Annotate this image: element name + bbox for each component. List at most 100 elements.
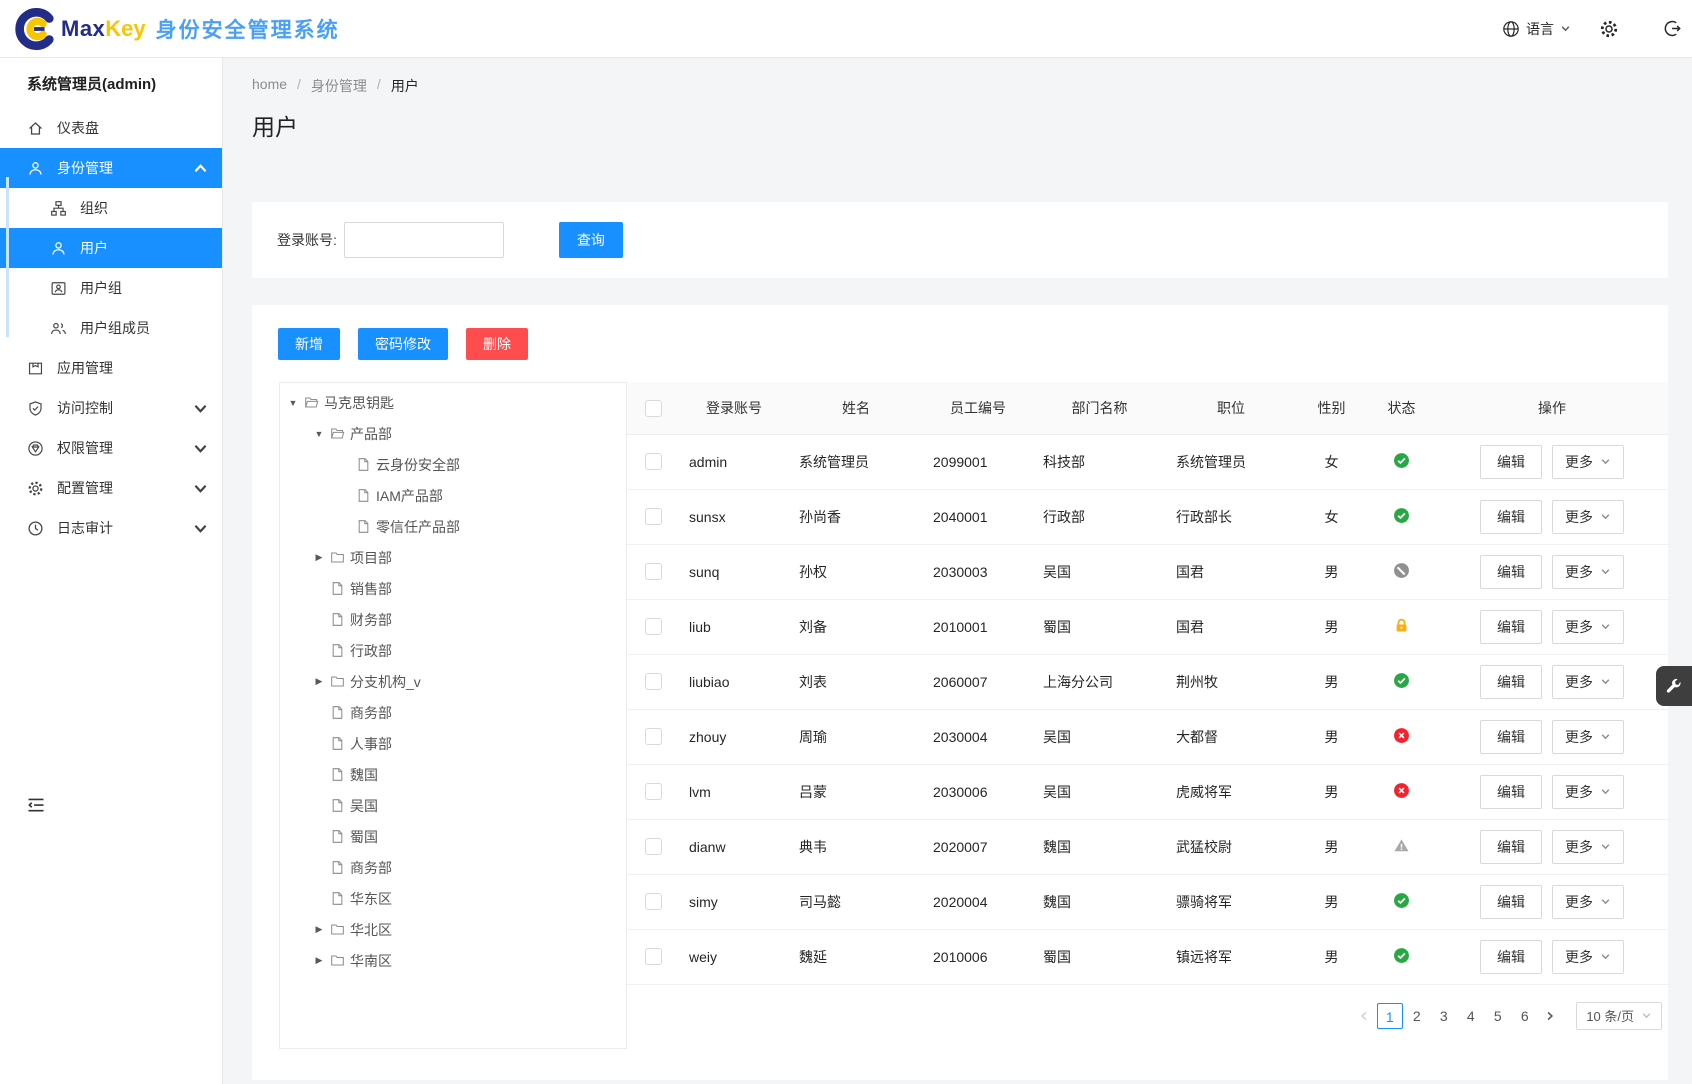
caret-right-icon[interactable]: ▶: [311, 924, 327, 935]
more-button[interactable]: 更多: [1552, 940, 1624, 974]
more-button[interactable]: 更多: [1552, 610, 1624, 644]
edit-button[interactable]: 编辑: [1480, 775, 1542, 809]
row-checkbox[interactable]: [645, 838, 662, 855]
sidebar-item-audit[interactable]: 日志审计: [0, 508, 222, 548]
tree-node[interactable]: 蜀国: [280, 821, 626, 852]
prev-page-button[interactable]: [1352, 1003, 1376, 1029]
select-all-checkbox[interactable]: [645, 400, 662, 417]
tree-node[interactable]: 人事部: [280, 728, 626, 759]
query-button[interactable]: 查询: [559, 222, 623, 258]
tree-node[interactable]: ▶ 分支机构_v: [280, 666, 626, 697]
caret-right-icon[interactable]: ▶: [311, 676, 327, 687]
sidebar-item-access-control[interactable]: 访问控制: [0, 388, 222, 428]
edit-button[interactable]: 编辑: [1480, 500, 1542, 534]
breadcrumb-item[interactable]: 身份管理: [311, 76, 367, 96]
tree-node[interactable]: ▶华南区: [280, 945, 626, 976]
edit-button[interactable]: 编辑: [1480, 555, 1542, 589]
tree-node[interactable]: IAM产品部: [280, 480, 626, 511]
row-checkbox[interactable]: [645, 508, 662, 525]
tree-node-label: 吴国: [350, 796, 378, 816]
caret-right-icon[interactable]: ▶: [311, 955, 327, 966]
tree-node[interactable]: ▶项目部: [280, 542, 626, 573]
more-button[interactable]: 更多: [1552, 720, 1624, 754]
page-1-button[interactable]: 1: [1377, 1003, 1403, 1029]
tree-node[interactable]: ▼马克思钥匙: [280, 387, 626, 418]
row-checkbox[interactable]: [645, 563, 662, 580]
logout-icon[interactable]: [1663, 19, 1682, 38]
more-button[interactable]: 更多: [1552, 500, 1624, 534]
cell-account: simy: [679, 874, 789, 929]
row-checkbox[interactable]: [645, 453, 662, 470]
home-icon: [27, 120, 44, 137]
tree-node[interactable]: 零信任产品部: [280, 511, 626, 542]
more-button[interactable]: 更多: [1552, 445, 1624, 479]
tree-node[interactable]: 销售部: [280, 573, 626, 604]
edit-button[interactable]: 编辑: [1480, 940, 1542, 974]
file-icon: [330, 581, 345, 596]
more-button[interactable]: 更多: [1552, 665, 1624, 699]
tree-node[interactable]: 商务部: [280, 852, 626, 883]
page-2-button[interactable]: 2: [1404, 1003, 1430, 1029]
caret-down-icon[interactable]: ▼: [311, 429, 327, 439]
sidebar-item-user-group[interactable]: 用户组: [0, 268, 222, 308]
tree-node[interactable]: 华东区: [280, 883, 626, 914]
row-checkbox[interactable]: [645, 673, 662, 690]
more-button[interactable]: 更多: [1552, 830, 1624, 864]
more-button[interactable]: 更多: [1552, 775, 1624, 809]
account-search-input[interactable]: [344, 222, 504, 258]
tree-node[interactable]: 行政部: [280, 635, 626, 666]
more-button[interactable]: 更多: [1552, 555, 1624, 589]
row-checkbox[interactable]: [645, 948, 662, 965]
sidebar-menu: 仪表盘身份管理组织用户用户组用户组成员应用管理访问控制权限管理配置管理日志审计: [0, 108, 222, 548]
column-header: 员工编号: [923, 382, 1033, 434]
sidebar-item-identity[interactable]: 身份管理: [0, 148, 222, 188]
floating-tool-button[interactable]: [1656, 666, 1692, 706]
file-icon: [330, 860, 345, 875]
delete-button[interactable]: 删除: [466, 328, 528, 360]
caret-right-icon[interactable]: ▶: [311, 552, 327, 563]
sidebar-item-dashboard[interactable]: 仪表盘: [0, 108, 222, 148]
tree-node[interactable]: 吴国: [280, 790, 626, 821]
edit-button[interactable]: 编辑: [1480, 665, 1542, 699]
change-password-button[interactable]: 密码修改: [358, 328, 448, 360]
tree-node-label: 分支机构_v: [350, 672, 421, 692]
sidebar-item-group-members[interactable]: 用户组成员: [0, 308, 222, 348]
tree-node[interactable]: ▼产品部: [280, 418, 626, 449]
sidebar-item-organization[interactable]: 组织: [0, 188, 222, 228]
sidebar-item-users[interactable]: 用户: [0, 228, 222, 268]
breadcrumb-item[interactable]: home: [252, 76, 287, 96]
page-5-button[interactable]: 5: [1485, 1003, 1511, 1029]
tree-node[interactable]: 财务部: [280, 604, 626, 635]
page-4-button[interactable]: 4: [1458, 1003, 1484, 1029]
sidebar-item-permissions[interactable]: 权限管理: [0, 428, 222, 468]
edit-button[interactable]: 编辑: [1480, 610, 1542, 644]
sidebar-item-config[interactable]: 配置管理: [0, 468, 222, 508]
tree-node[interactable]: 商务部: [280, 697, 626, 728]
edit-button[interactable]: 编辑: [1480, 885, 1542, 919]
sidebar-item-apps[interactable]: 应用管理: [0, 348, 222, 388]
cell-gender: 男: [1296, 599, 1367, 654]
row-checkbox[interactable]: [645, 893, 662, 910]
edit-button[interactable]: 编辑: [1480, 720, 1542, 754]
more-button[interactable]: 更多: [1552, 885, 1624, 919]
tree-node[interactable]: 云身份安全部: [280, 449, 626, 480]
add-button[interactable]: 新增: [278, 328, 340, 360]
tree-node[interactable]: 魏国: [280, 759, 626, 790]
caret-down-icon[interactable]: ▼: [285, 398, 301, 408]
page-size-select[interactable]: 10 条/页: [1576, 1002, 1662, 1030]
tree-node[interactable]: ▶华北区: [280, 914, 626, 945]
next-page-button[interactable]: [1538, 1003, 1562, 1029]
edit-button[interactable]: 编辑: [1480, 445, 1542, 479]
menu-fold-icon[interactable]: [26, 795, 46, 815]
brand[interactable]: MaxKey 身份安全管理系统: [14, 8, 340, 50]
settings-gear-icon[interactable]: [1599, 19, 1619, 39]
row-checkbox[interactable]: [645, 783, 662, 800]
breadcrumb-separator: /: [377, 76, 381, 96]
page-3-button[interactable]: 3: [1431, 1003, 1457, 1029]
row-checkbox[interactable]: [645, 728, 662, 745]
row-checkbox[interactable]: [645, 618, 662, 635]
tree-node-label: 华东区: [350, 889, 392, 909]
edit-button[interactable]: 编辑: [1480, 830, 1542, 864]
page-6-button[interactable]: 6: [1512, 1003, 1538, 1029]
language-menu[interactable]: 语言: [1502, 19, 1571, 39]
